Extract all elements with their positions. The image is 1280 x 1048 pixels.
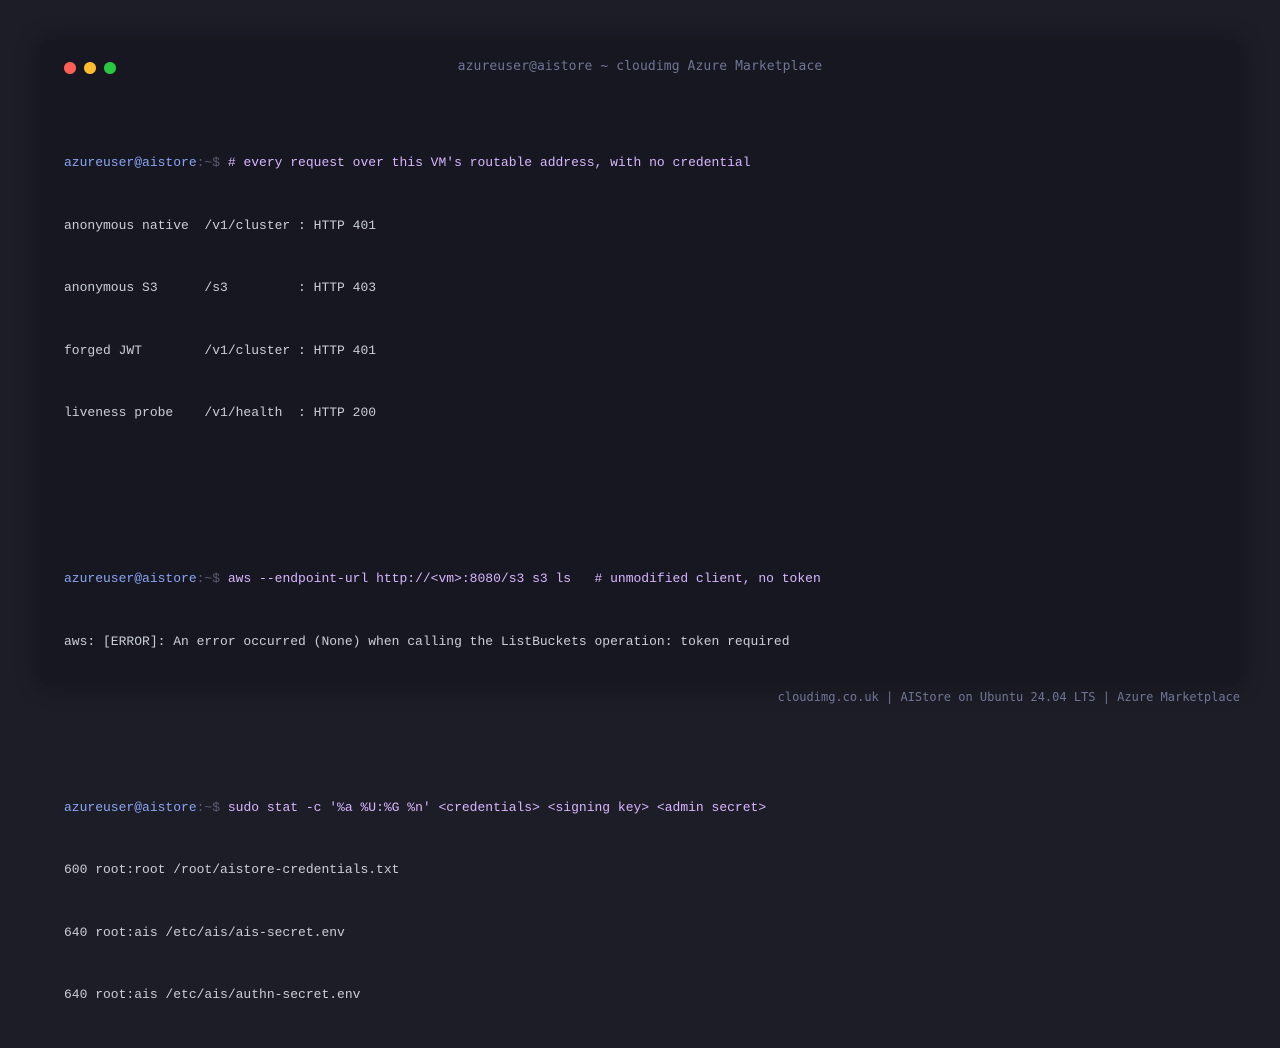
output-line: 640 root:ais /etc/ais/authn-secret.env (64, 987, 361, 1003)
terminal-window: azureuser@aistore ~ cloudimg Azure Marke… (40, 40, 1240, 1002)
output-line: 600 root:root /root/aistore-credentials.… (64, 862, 400, 878)
prompt-separator: :~$ (196, 571, 228, 587)
output-line: liveness probe /v1/health : HTTP 200 (64, 404, 377, 420)
prompt-separator: :~$ (196, 800, 228, 816)
footer-caption: cloudimg.co.uk | AIStore on Ubuntu 24.04… (777, 690, 1240, 704)
prompt-user: azureuser@aistore (64, 155, 197, 171)
prompt-line: azureuser@aistore:~$ aws --endpoint-url … (64, 569, 1216, 590)
output-line: anonymous S3 /s3 : HTTP 403 (64, 280, 377, 296)
prompt-line: azureuser@aistore:~$ sudo stat -c '%a %U… (64, 798, 1216, 819)
prompt-user: azureuser@aistore (64, 571, 197, 587)
command-text: aws --endpoint-url http://<vm>:8080/s3 s… (227, 571, 821, 587)
command-text: # every request over this VM's routable … (227, 155, 751, 171)
output-line: anonymous native /v1/cluster : HTTP 401 (64, 217, 377, 233)
terminal-output[interactable]: azureuser@aistore:~$ # every request ove… (64, 91, 1216, 1048)
prompt-separator: :~$ (196, 155, 228, 171)
window-title: azureuser@aistore ~ cloudimg Azure Marke… (457, 59, 823, 74)
output-line: forged JWT /v1/cluster : HTTP 401 (64, 342, 377, 358)
output-line: aws: [ERROR]: An error occurred (None) w… (64, 633, 790, 649)
output-line: 640 root:ais /etc/ais/ais-secret.env (64, 924, 345, 940)
title-bar: azureuser@aistore ~ cloudimg Azure Marke… (40, 40, 1240, 96)
prompt-user: azureuser@aistore (64, 800, 197, 816)
prompt-line: azureuser@aistore:~$ # every request ove… (64, 153, 1216, 174)
command-text: sudo stat -c '%a %U:%G %n' <credentials>… (227, 800, 767, 816)
